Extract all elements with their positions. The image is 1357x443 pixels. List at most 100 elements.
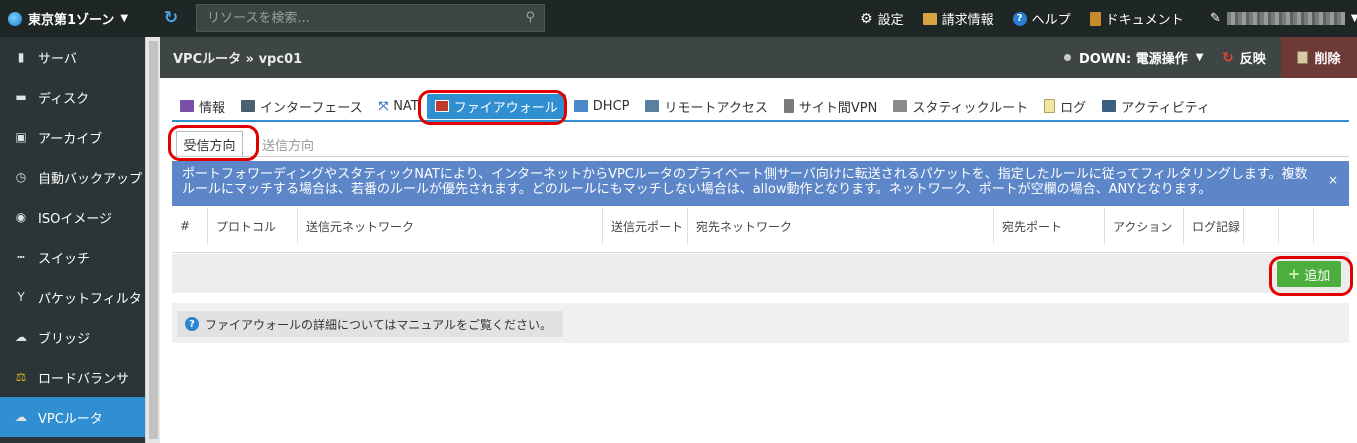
reflect-button[interactable]: ↻ 反映: [1222, 37, 1266, 78]
sidebar-item-archive[interactable]: ▣ アーカイブ: [0, 117, 145, 157]
tab-activity[interactable]: アクティビティ: [1094, 94, 1218, 119]
help-label: ヘルプ: [1031, 13, 1071, 28]
col-empty-1: [1244, 208, 1279, 244]
table-toolbar: + 追加: [172, 254, 1349, 293]
col-action[interactable]: アクション: [1105, 208, 1184, 244]
col-logging[interactable]: ログ記録: [1184, 208, 1244, 244]
archive-icon: ▣: [15, 130, 27, 144]
col-destination-network[interactable]: 宛先ネットワーク: [688, 208, 994, 244]
site-vpn-icon: [783, 99, 794, 113]
top-links: ⚙ 設定 請求情報 ? ヘルプ ドキュメント: [860, 0, 1203, 37]
activity-icon: [1102, 100, 1117, 112]
documents-label: ドキュメント: [1105, 13, 1184, 28]
cloud-icon: ☁: [15, 410, 27, 424]
search-input[interactable]: [207, 10, 517, 26]
sidebar-item-label: ブリッジ: [38, 331, 91, 347]
static-route-icon: [893, 100, 908, 112]
sidebar-item-label: ロードバランサ: [38, 371, 130, 387]
tab-label: リモートアクセス: [664, 100, 768, 116]
user-menu[interactable]: ✎ ▼: [1210, 0, 1357, 37]
sidebar-item-label: アーカイブ: [38, 131, 103, 147]
billing-label: 請求情報: [941, 13, 994, 28]
rules-table-header: # プロトコル 送信元ネットワーク 送信元ポート 宛先ネットワーク 宛先ポート …: [172, 207, 1349, 253]
tab-label: 情報: [199, 100, 226, 116]
top-bar: 東京第1ゾーン ▼ ↻ ⚲ ⚙ 設定 請求情報 ? ヘルプ ドキュメント ✎ ▼: [0, 0, 1357, 37]
log-icon: [1044, 99, 1056, 113]
tab-bar: 情報 インターフェース ⤧ NAT ファイアウォール DHCP リモートアクセス …: [172, 92, 1349, 122]
refresh-icon[interactable]: ↻: [161, 8, 181, 28]
tab-dhcp[interactable]: DHCP: [566, 94, 638, 119]
disk-icon: ▬: [15, 90, 27, 104]
sidebar-item-packet-filter[interactable]: Y パケットフィルタ: [0, 277, 145, 317]
tab-static-route[interactable]: スタティックルート: [885, 94, 1036, 119]
documents-link[interactable]: ドキュメント: [1089, 9, 1184, 28]
sidebar-scrollbar[interactable]: [145, 37, 160, 443]
clock-icon: ◷: [15, 170, 27, 184]
info-banner: ポートフォワーディングやスタティックNATにより、インターネットからVPCルータ…: [172, 161, 1349, 206]
tab-site-vpn[interactable]: サイト間VPN: [776, 94, 885, 119]
scrollbar-thumb[interactable]: [149, 41, 158, 439]
tab-label: サイト間VPN: [798, 100, 878, 116]
add-button[interactable]: + 追加: [1277, 261, 1341, 287]
tab-info[interactable]: 情報: [172, 94, 233, 119]
sidebar-item-switch[interactable]: ┅ スイッチ: [0, 237, 145, 277]
billing-link[interactable]: 請求情報: [922, 9, 994, 28]
help-text: ファイアウォールの詳細についてはマニュアルをご覧ください。: [205, 317, 553, 332]
tab-label: NAT: [393, 98, 419, 114]
sidebar-item-label: サーバ: [38, 51, 77, 67]
search-icon[interactable]: ⚲: [525, 10, 535, 25]
power-status-menu[interactable]: DOWN: 電源操作 ▼: [1064, 37, 1204, 78]
tab-interface[interactable]: インターフェース: [233, 94, 371, 119]
sidebar-item-auto-backup[interactable]: ◷ 自動バックアップ: [0, 157, 145, 197]
plus-icon: +: [1287, 265, 1301, 283]
banner-text: ポートフォワーディングやスタティックNATにより、インターネットからVPCルータ…: [182, 167, 1308, 197]
sidebar-item-label: 自動バックアップ: [38, 171, 143, 187]
tab-label: アクティビティ: [1121, 100, 1210, 116]
tab-label: ファイアウォール: [453, 100, 558, 116]
subtab-outbound[interactable]: 送信方向: [262, 131, 314, 157]
status-label: DOWN: 電源操作: [1079, 52, 1188, 67]
help-link[interactable]: ? ヘルプ: [1012, 9, 1071, 28]
tab-label: インターフェース: [260, 100, 363, 116]
sidebar-item-bridge[interactable]: ☁ ブリッジ: [0, 317, 145, 357]
sidebar-item-label: スイッチ: [38, 251, 91, 267]
col-empty-2: [1279, 208, 1314, 244]
sidebar-item-server[interactable]: ▮ サーバ: [0, 37, 145, 77]
content-header: VPCルータ » vpc01 DOWN: 電源操作 ▼ ↻ 反映 削除: [160, 37, 1357, 78]
col-destination-port[interactable]: 宛先ポート: [994, 208, 1105, 244]
billing-icon: [922, 12, 937, 25]
zone-selector[interactable]: 東京第1ゾーン ▼: [8, 0, 128, 37]
balance-icon: ⚖: [15, 370, 27, 384]
switch-icon: ┅: [17, 250, 25, 264]
sidebar-item-vpc-router[interactable]: ☁ VPCルータ: [0, 397, 145, 437]
tab-label: DHCP: [592, 98, 630, 114]
sidebar-item-load-balancer[interactable]: ⚖ ロードバランサ: [0, 357, 145, 397]
delete-button[interactable]: 削除: [1281, 37, 1357, 78]
tab-remote-access[interactable]: リモートアクセス: [637, 94, 775, 119]
col-source-port[interactable]: 送信元ポート: [603, 208, 688, 244]
col-number[interactable]: #: [172, 208, 208, 244]
chevron-down-icon: ▼: [1350, 13, 1357, 24]
col-source-network[interactable]: 送信元ネットワーク: [298, 208, 603, 244]
info-icon: [180, 100, 194, 112]
settings-link[interactable]: ⚙ 設定: [860, 9, 904, 29]
dhcp-icon: [573, 100, 588, 112]
masked-username: [1226, 12, 1345, 25]
chevron-down-icon: ▼: [1195, 52, 1204, 63]
delete-label: 削除: [1314, 52, 1341, 67]
help-note: ? ファイアウォールの詳細についてはマニュアルをご覧ください。: [177, 311, 563, 337]
tab-log[interactable]: ログ: [1036, 94, 1094, 119]
gear-icon: ⚙: [860, 10, 873, 27]
sidebar-item-iso-image[interactable]: ◉ ISOイメージ: [0, 197, 145, 237]
subtab-inbound[interactable]: 受信方向: [176, 131, 243, 157]
pen-icon: ✎: [1210, 11, 1221, 26]
tab-firewall[interactable]: ファイアウォール: [426, 93, 566, 119]
firewall-icon: [434, 100, 449, 112]
status-dot-icon: [1064, 54, 1071, 61]
close-icon[interactable]: ×: [1328, 173, 1338, 188]
trash-icon: [1297, 51, 1309, 64]
sidebar-item-label: ディスク: [38, 91, 90, 107]
tab-nat[interactable]: ⤧ NAT: [371, 94, 427, 119]
sidebar-item-disk[interactable]: ▬ ディスク: [0, 77, 145, 117]
col-protocol[interactable]: プロトコル: [208, 208, 298, 244]
